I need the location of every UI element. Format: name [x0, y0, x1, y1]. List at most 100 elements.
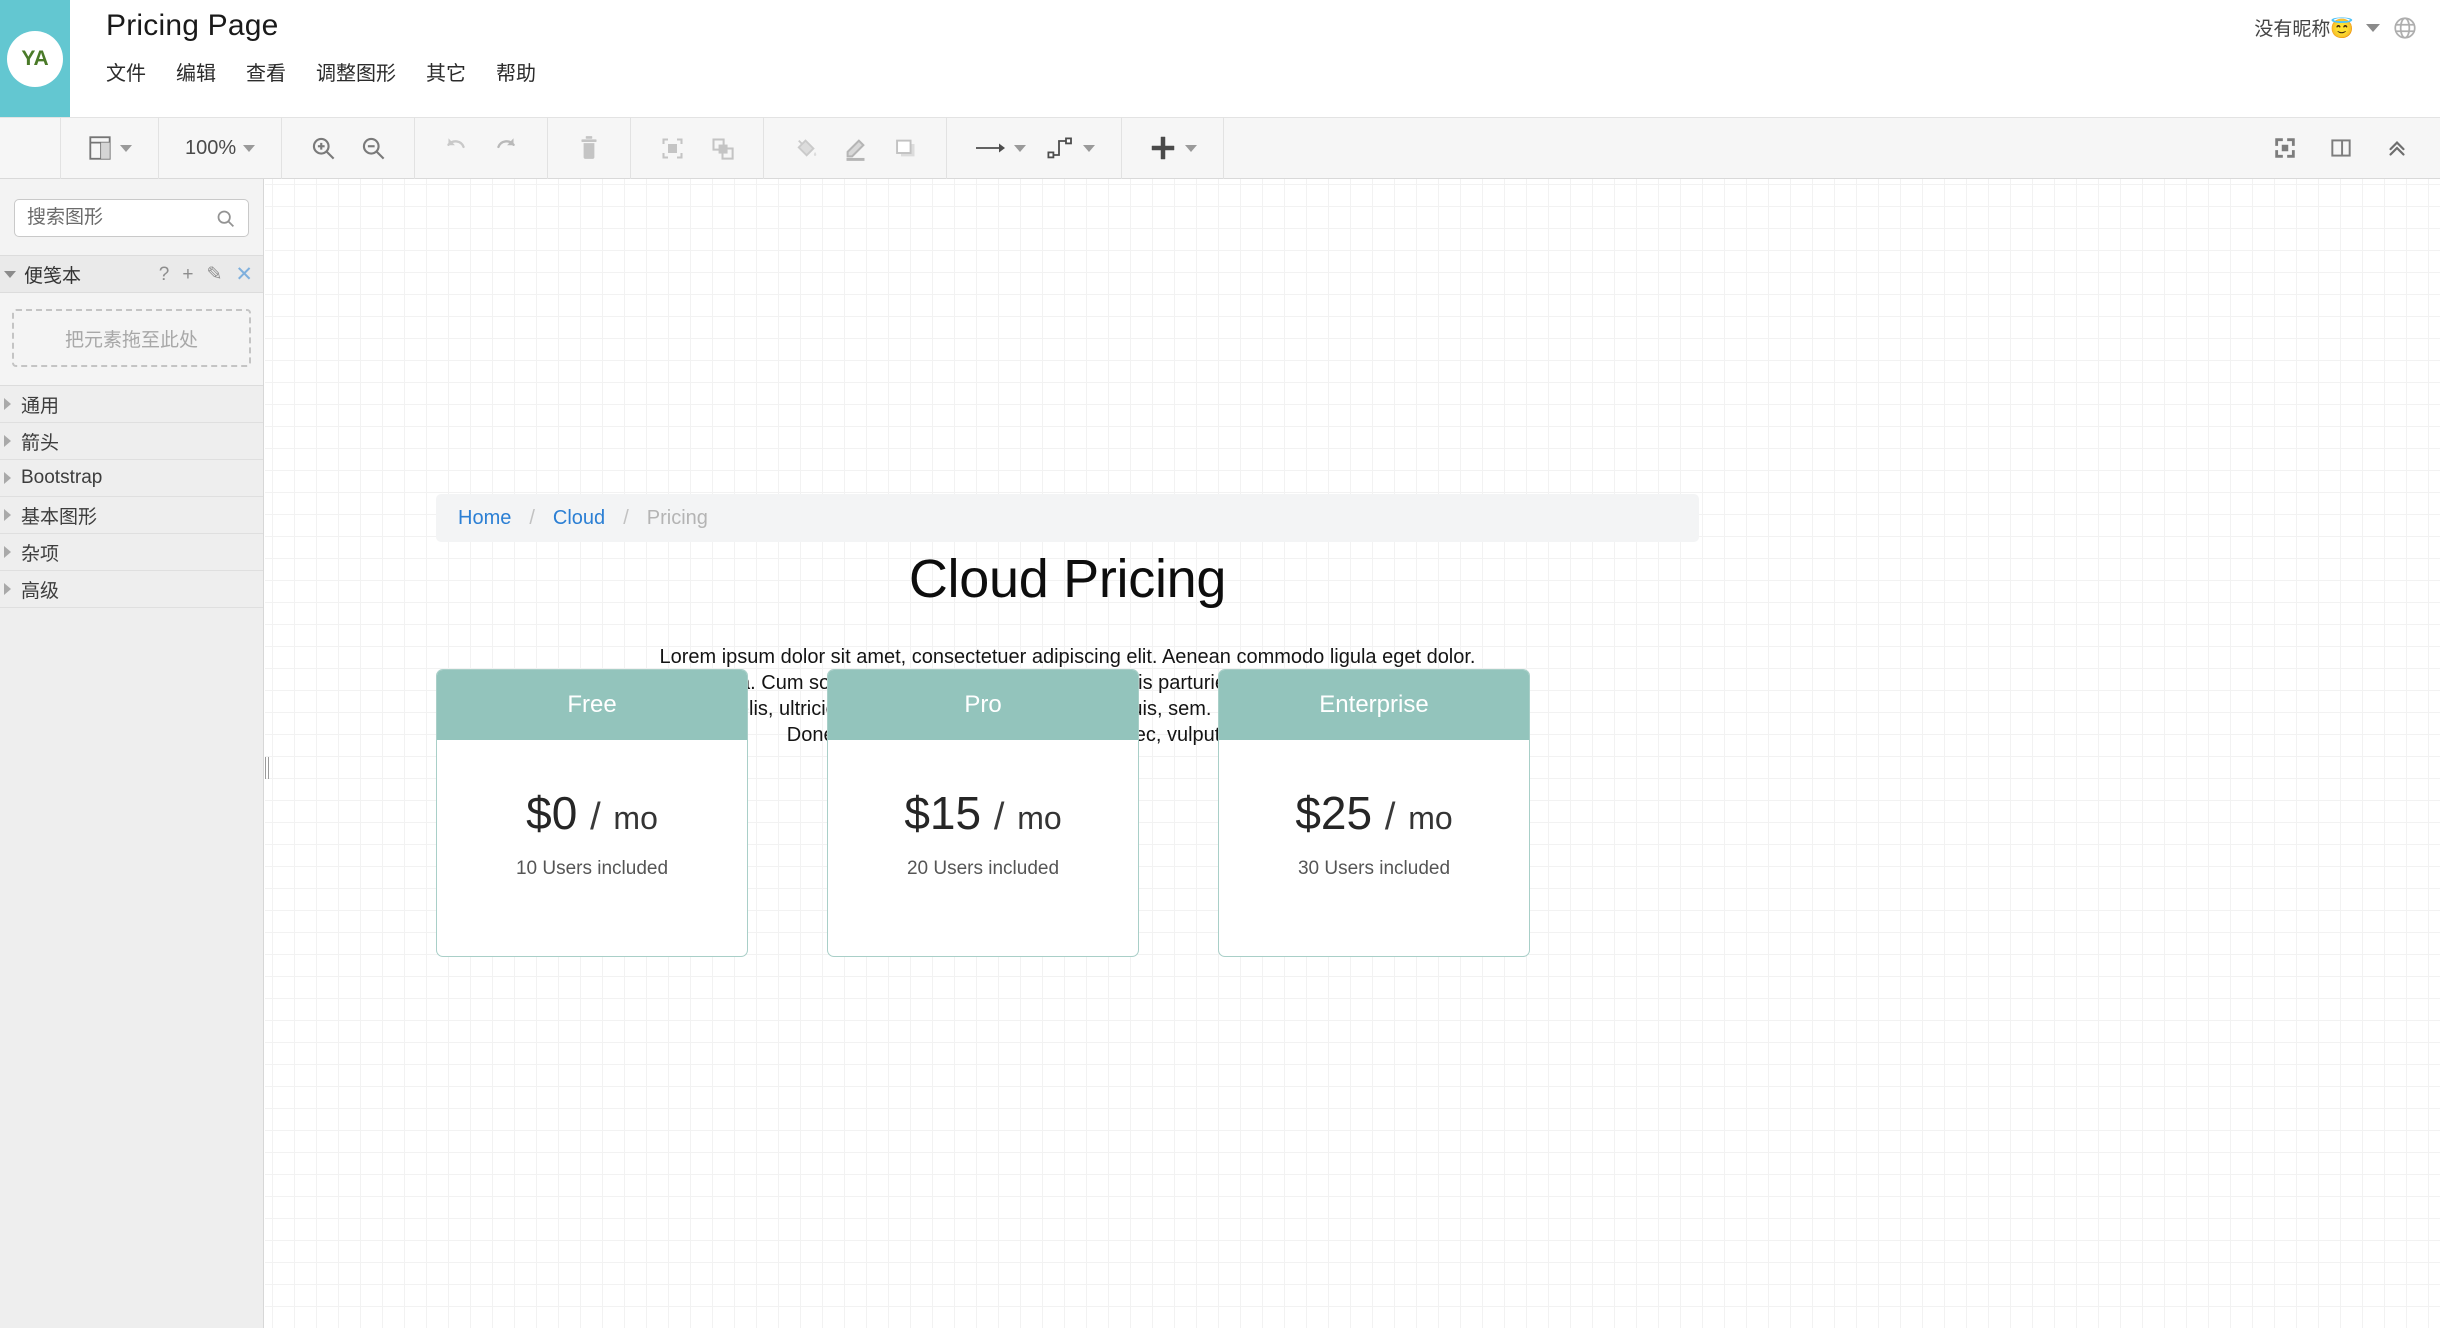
fit-page-icon[interactable]	[2260, 126, 2310, 170]
scratchpad-body: 把元素拖至此处	[0, 293, 263, 386]
menu-edit[interactable]: 编辑	[176, 53, 230, 90]
zoom-level-label: 100%	[185, 136, 237, 159]
price-amount: $15	[904, 787, 982, 839]
app-logo[interactable]: YA	[0, 0, 70, 117]
card-users: 10 Users included	[515, 858, 669, 879]
triangle-right-icon	[4, 546, 11, 558]
category-label: 箭头	[21, 432, 60, 454]
search-box[interactable]	[14, 199, 249, 237]
fill-color-icon[interactable]	[780, 126, 830, 170]
menu-extras[interactable]: 其它	[426, 53, 480, 90]
pricing-card-enterprise[interactable]: Enterprise $25 / mo 30 Users included	[1218, 669, 1530, 957]
card-body: $0 / mo 10 Users included	[437, 740, 747, 956]
card-users: 30 Users included	[1297, 858, 1451, 879]
scratchpad-header[interactable]: 便笺本 ? + ✎ ✕	[0, 255, 263, 293]
toolbar-group-insert	[1122, 117, 1225, 179]
close-icon[interactable]: ✕	[235, 264, 253, 285]
diagram-canvas[interactable]: Home / Cloud / Pricing Cloud Pricing Lor…	[265, 179, 2440, 1328]
toolbar-group-zoom-level: 100%	[159, 117, 283, 179]
pricing-card-pro[interactable]: Pro $15 / mo 20 Users included	[827, 669, 1139, 957]
menu-help[interactable]: 帮助	[496, 53, 550, 90]
zoom-out-icon[interactable]	[348, 126, 398, 170]
triangle-right-icon	[4, 398, 11, 410]
menu-file[interactable]: 文件	[106, 53, 160, 90]
price-unit: mo	[1408, 800, 1453, 836]
toolbar-group-zoom	[282, 117, 416, 179]
chevron-down-icon[interactable]	[1014, 144, 1027, 152]
zoom-in-icon[interactable]	[298, 126, 348, 170]
line-color-icon[interactable]	[830, 126, 880, 170]
category-label: 杂项	[21, 543, 60, 565]
help-icon[interactable]: ?	[159, 265, 170, 284]
sidebar-category-basic-shapes[interactable]: 基本图形	[0, 497, 263, 534]
panel-layout-icon[interactable]	[77, 126, 142, 170]
menu-bar: 文件 编辑 查看 调整图形 其它 帮助	[106, 53, 2254, 90]
chevron-down-icon[interactable]	[243, 144, 256, 152]
menu-arrange[interactable]: 调整图形	[316, 53, 410, 90]
sidebar-category-arrows[interactable]: 箭头	[0, 423, 263, 460]
edit-icon[interactable]: ✎	[206, 265, 222, 284]
lead-line: Lorem ipsum dolor sit amet, consectetuer…	[659, 646, 1476, 668]
menu-view[interactable]: 查看	[246, 53, 300, 90]
card-users: 20 Users included	[906, 858, 1060, 879]
add-icon[interactable]: +	[182, 265, 193, 284]
zoom-level-button[interactable]: 100%	[175, 126, 265, 170]
price-slash: /	[1384, 796, 1396, 838]
sidebar-category-general[interactable]: 通用	[0, 386, 263, 423]
shadow-icon[interactable]	[880, 126, 930, 170]
card-header: Pro	[828, 670, 1138, 740]
breadcrumb-separator: /	[623, 506, 629, 529]
toolbar: 100%	[0, 117, 2440, 179]
price-slash: /	[590, 796, 601, 838]
arrow-style-icon[interactable]	[963, 126, 1036, 170]
triangle-down-icon[interactable]	[4, 270, 16, 278]
price-amount: $0	[526, 787, 578, 839]
scratchpad-actions: ? + ✎ ✕	[159, 264, 253, 285]
chevron-down-icon[interactable]	[120, 144, 132, 152]
triangle-right-icon	[4, 509, 11, 521]
sidebar-category-advanced[interactable]: 高级	[0, 571, 263, 608]
globe-icon[interactable]	[2392, 15, 2418, 41]
card-header: Enterprise	[1219, 670, 1529, 740]
search-icon[interactable]	[215, 208, 236, 229]
app-root: YA Pricing Page 文件 编辑 查看 调整图形 其它 帮助 没有昵称…	[0, 0, 2440, 1328]
triangle-right-icon	[4, 472, 11, 484]
user-name-label[interactable]: 没有昵称😇	[2254, 14, 2354, 41]
app-header: YA Pricing Page 文件 编辑 查看 调整图形 其它 帮助 没有昵称…	[0, 0, 2440, 117]
undo-icon[interactable]	[431, 126, 481, 170]
price-slash: /	[993, 796, 1005, 838]
header-user-area: 没有昵称😇	[2254, 0, 2440, 41]
breadcrumb-item-pricing: Pricing	[646, 506, 708, 529]
price-amount: $25	[1295, 787, 1373, 839]
category-label: Bootstrap	[21, 467, 103, 488]
sidebar-splitter-handle[interactable]	[262, 755, 272, 781]
waypoint-style-icon[interactable]	[1036, 126, 1105, 170]
category-label: 通用	[21, 395, 60, 417]
redo-icon[interactable]	[481, 126, 531, 170]
send-to-back-icon[interactable]	[697, 126, 747, 170]
document-title[interactable]: Pricing Page	[106, 5, 2254, 47]
sidebar-category-misc[interactable]: 杂项	[0, 534, 263, 571]
price-unit: mo	[613, 800, 658, 836]
chevron-down-icon[interactable]	[1185, 144, 1198, 152]
plus-icon[interactable]	[1138, 126, 1207, 170]
format-panel-icon[interactable]	[2316, 126, 2366, 170]
header-main: Pricing Page 文件 编辑 查看 调整图形 其它 帮助	[70, 0, 2254, 90]
card-price: $0 / mo	[437, 786, 747, 840]
trash-icon[interactable]	[564, 126, 614, 170]
breadcrumb-item-home[interactable]: Home	[458, 507, 511, 530]
chevron-up-icon[interactable]	[2372, 126, 2422, 170]
scratchpad-dropzone[interactable]: 把元素拖至此处	[12, 309, 251, 367]
logo-initials: YA	[7, 30, 63, 87]
sidebar-category-bootstrap[interactable]: Bootstrap	[0, 460, 263, 497]
chevron-down-icon[interactable]	[2366, 23, 2380, 32]
chevron-down-icon[interactable]	[1083, 144, 1096, 152]
breadcrumb-item-cloud[interactable]: Cloud	[553, 507, 605, 530]
search-area	[0, 179, 263, 255]
category-label: 基本图形	[21, 506, 98, 528]
bring-to-front-icon[interactable]	[647, 126, 697, 170]
category-label: 高级	[21, 580, 60, 602]
toolbar-group-history	[415, 117, 549, 179]
pricing-card-free[interactable]: Free $0 / mo 10 Users included	[436, 669, 748, 957]
search-input[interactable]	[27, 207, 215, 229]
